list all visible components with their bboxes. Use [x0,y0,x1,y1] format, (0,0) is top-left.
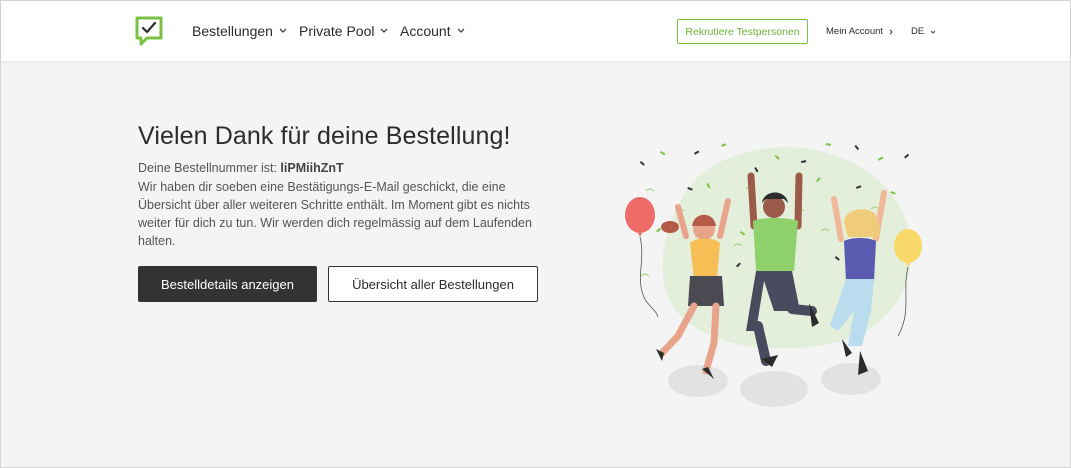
nav-account-label: Account [400,23,451,39]
order-number-prefix: Deine Bestellnummer ist: [138,161,281,175]
chevron-down-icon [457,28,465,33]
order-number-line: Deine Bestellnummer ist: liPMiihZnT [138,161,344,175]
my-account-label: Mein Account [826,26,884,37]
order-number: liPMiihZnT [280,161,344,175]
nav-account[interactable]: Account [400,23,465,39]
chevron-down-icon [930,30,936,34]
recruit-testers-button[interactable]: Rekrutiere Testpersonen [677,19,808,44]
nav-bestellungen[interactable]: Bestellungen [192,23,287,39]
top-navigation-bar: Bestellungen Private Pool Account Rekrut… [1,1,1070,61]
chevron-down-icon [381,28,388,33]
nav-private-pool[interactable]: Private Pool [299,23,388,39]
nav-bestellungen-label: Bestellungen [192,23,273,39]
all-orders-overview-button[interactable]: Übersicht aller Bestellungen [328,266,538,302]
confirmation-description: Wir haben dir soeben eine Bestätigungs-E… [138,180,532,248]
nav-private-pool-label: Private Pool [299,23,375,39]
chevron-right-icon [889,29,893,34]
page-title: Vielen Dank für deine Bestellung! [138,122,511,150]
logo-icon[interactable] [134,15,164,47]
my-account-link[interactable]: Mein Account [826,26,894,37]
language-label: DE [911,26,925,37]
chevron-down-icon [279,28,287,33]
celebration-illustration [625,143,922,407]
language-selector[interactable]: DE [911,26,936,37]
show-order-details-button[interactable]: Bestelldetails anzeigen [138,266,317,302]
